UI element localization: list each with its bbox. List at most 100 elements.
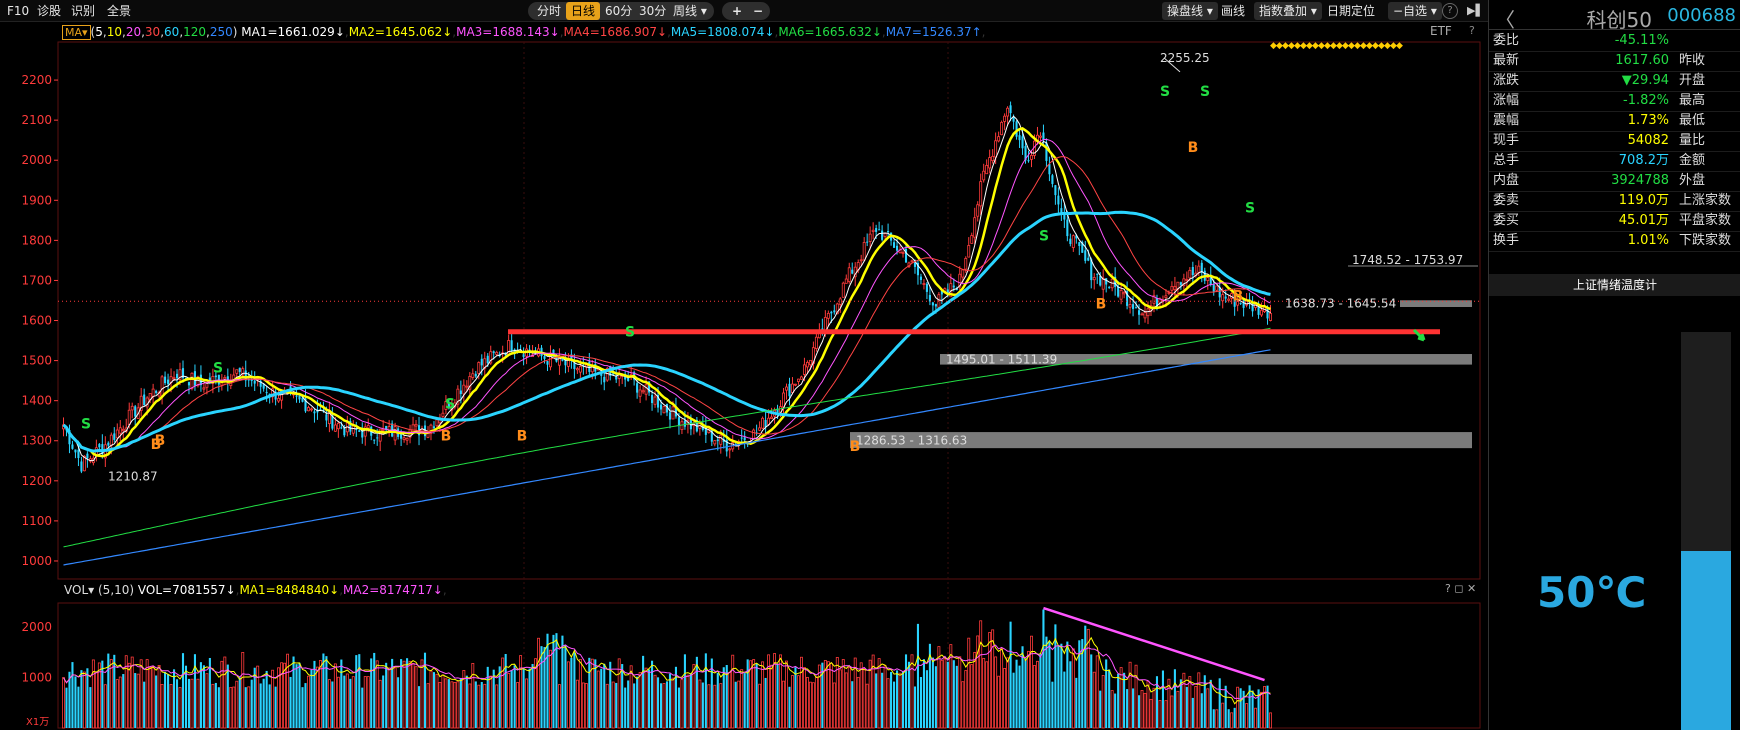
volume-bar-down xyxy=(522,668,525,728)
volume-bar-down xyxy=(244,687,247,728)
volume-bar-up xyxy=(495,684,499,729)
volume-bar-down xyxy=(417,686,421,728)
candle-body-up xyxy=(1170,285,1174,291)
volume-bar-down xyxy=(86,668,89,728)
volume-bar-up xyxy=(1164,700,1168,729)
panel-header: 〈 科创50 000688 xyxy=(1489,0,1740,33)
candle-body-up xyxy=(121,428,125,432)
volume-bar-down xyxy=(1191,697,1194,728)
tab-30min[interactable]: 30分 xyxy=(634,2,671,20)
volume-bar-up xyxy=(832,682,836,729)
zoom-in-button[interactable]: + xyxy=(727,2,747,20)
candle-body-up xyxy=(841,282,845,298)
volume-bar-down xyxy=(510,669,513,728)
quote-row: 委卖 119.0万 上涨家数 xyxy=(1489,190,1740,212)
candle-body-down xyxy=(325,414,328,421)
volume-bar-down xyxy=(1009,621,1012,728)
candle-body-up xyxy=(235,369,239,374)
index-overlay-button[interactable]: 指数叠加 ▾ xyxy=(1254,2,1322,20)
volume-bar-up xyxy=(859,662,863,729)
candle-body-up xyxy=(985,164,989,175)
candle-body-down xyxy=(1132,304,1135,309)
volume-bar-up xyxy=(537,637,540,729)
draw-line-button[interactable]: 画线 xyxy=(1216,2,1250,20)
volume-bar-up xyxy=(211,683,215,729)
price-tick-label: 1200 xyxy=(21,474,52,488)
candle-body-up xyxy=(973,217,977,238)
volume-bar-up xyxy=(438,682,442,729)
volume-bar-up xyxy=(749,660,753,729)
volume-bar-up xyxy=(808,681,812,729)
candle-body-up xyxy=(1269,313,1272,321)
volume-bar-down xyxy=(1218,678,1221,728)
help-icon[interactable]: ? xyxy=(1442,3,1458,19)
candle-body-down xyxy=(887,230,890,233)
volume-bar-down xyxy=(397,677,400,728)
candle-body-up xyxy=(333,424,337,432)
date-locate-button[interactable]: 日期定位 xyxy=(1322,2,1380,20)
volume-bar-down xyxy=(370,658,373,728)
volume-bar-up xyxy=(378,679,382,729)
volume-bar-down xyxy=(665,681,669,728)
volume-bar-down xyxy=(199,662,202,728)
candle-body-down xyxy=(376,437,379,439)
volume-bar-down xyxy=(764,677,767,728)
volume-bar-up xyxy=(471,663,475,729)
diagnose-button[interactable]: 诊股 xyxy=(32,2,66,20)
volume-bar-up xyxy=(566,661,570,729)
candle-body-down xyxy=(677,417,680,426)
tab-60min[interactable]: 60分 xyxy=(600,2,637,20)
security-name: 科创50 xyxy=(1586,8,1652,32)
candle-body-up xyxy=(680,421,684,430)
volume-bar-up xyxy=(779,654,782,729)
candle-body-up xyxy=(826,312,830,319)
candle-body-down xyxy=(86,453,89,459)
volume-bar-down xyxy=(683,654,686,728)
volume-bar-up xyxy=(450,681,454,729)
volume-bar-up xyxy=(315,666,319,729)
volume-bar-down xyxy=(274,686,277,728)
trading-line-button[interactable]: 操盘线 ▾ xyxy=(1162,2,1218,20)
candle-body-down xyxy=(928,294,931,302)
candle-body-down xyxy=(1117,286,1120,297)
volume-bar-up xyxy=(429,670,433,729)
candle-body-down xyxy=(1042,132,1045,140)
quote-value: 1.01% xyxy=(1627,233,1669,248)
volume-bar-up xyxy=(1188,676,1192,729)
volume-bar-up xyxy=(961,681,965,729)
identify-button[interactable]: 识别 xyxy=(66,2,100,20)
volume-bar-up xyxy=(62,677,65,729)
panorama-button[interactable]: 全景 xyxy=(102,2,136,20)
candle-body-down xyxy=(893,242,896,248)
quote-row: 总手 708.2万 金额 xyxy=(1489,150,1740,172)
f10-button[interactable]: F10 xyxy=(2,2,34,20)
watchlist-button[interactable]: −自选 ▾ xyxy=(1388,2,1442,20)
tab-daily[interactable]: 日线 xyxy=(566,2,601,20)
candle-body-up xyxy=(462,384,466,395)
volume-bar-down xyxy=(528,668,531,728)
volume-bar-up xyxy=(1236,686,1240,729)
back-icon[interactable]: 〈 xyxy=(1495,4,1515,33)
candle-body-up xyxy=(118,427,122,434)
quote-row: 现手 54082 量比 xyxy=(1489,130,1740,152)
volume-bar-up xyxy=(943,658,947,729)
zoom-out-button[interactable]: − xyxy=(748,2,768,20)
candle-body-up xyxy=(641,390,645,393)
volume-bar-down xyxy=(480,681,483,728)
volume-bar-down xyxy=(325,656,328,728)
kline-chart[interactable]: 1000 1100 1200 1300 1400 1500 1600 1700 1800 1900… xyxy=(0,22,1488,730)
volume-bar-down xyxy=(633,683,636,728)
tab-intraday[interactable]: 分时 xyxy=(532,2,566,20)
collapse-panel-icon[interactable]: ▶▌ xyxy=(1462,2,1489,20)
volume-bar-up xyxy=(575,679,579,729)
tab-weekly[interactable]: 周线 ▾ xyxy=(668,2,712,20)
volume-bar-down xyxy=(1161,670,1164,728)
candle-body-up xyxy=(785,386,788,391)
volume-bar-down xyxy=(1018,665,1021,728)
volume-bar-up xyxy=(1146,680,1150,729)
buy-signal: B xyxy=(850,439,861,455)
volume-bar-down xyxy=(295,664,298,728)
volume-bar-down xyxy=(931,657,934,728)
price-tick-label: 1500 xyxy=(21,354,52,368)
candle-body-up xyxy=(838,298,842,305)
